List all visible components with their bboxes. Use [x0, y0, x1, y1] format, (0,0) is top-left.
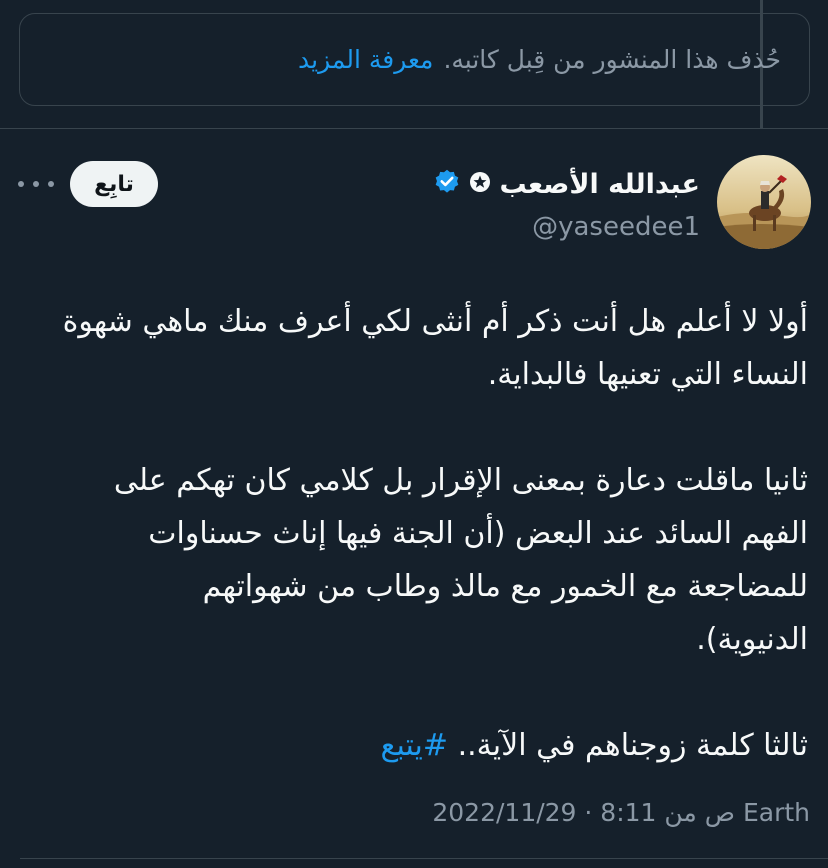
- learn-more-link[interactable]: معرفة المزيد: [298, 45, 433, 74]
- tweet-line: ثانيا ماقلت دعارة بمعنى الإقرار بل كلامي…: [113, 463, 808, 498]
- avatar[interactable]: [717, 155, 811, 249]
- tweet-line: الدنيوية).: [696, 622, 808, 657]
- more-horizontal-icon[interactable]: [18, 170, 54, 198]
- tweet-text: أولا لا أعلم هل أنت ذكر أم أنثى لكي أعرف…: [40, 295, 808, 772]
- tweet-line: ثالثا كلمة زوجناهم في الآية.. #يتبع: [40, 719, 808, 772]
- tweet-line-text: ثالثا كلمة زوجناهم في الآية..: [448, 728, 808, 763]
- deleted-notice-text: حُذف هذا المنشور من قِبل كاتبه.: [443, 45, 781, 74]
- avatar-image: [717, 155, 811, 249]
- tweet-timestamp[interactable]: 2022/11/29 · 8:11 ص من Earth: [432, 798, 810, 827]
- dot: [33, 181, 39, 187]
- follow-button[interactable]: تابِع: [70, 161, 158, 207]
- author-display-name[interactable]: عبدالله الأصعب: [499, 169, 700, 200]
- tweet-line: أولا لا أعلم هل أنت ذكر أم أنثى لكي أعرف…: [62, 304, 808, 339]
- tweet-line: الفهم السائد عند البعض (أن الجنة فيها إن…: [148, 516, 808, 551]
- hashtag-link[interactable]: #يتبع: [380, 728, 448, 763]
- author-name-row[interactable]: عبدالله الأصعب: [433, 168, 700, 200]
- verified-badge-icon[interactable]: [433, 168, 461, 200]
- tweet-line: للمضاجعة مع الخمور مع مالذ وطاب من شهوات…: [202, 569, 808, 604]
- dot: [48, 181, 54, 187]
- dot: [18, 181, 24, 187]
- tweet-line: النساء التي تعنيها فالبداية.: [487, 357, 808, 392]
- divider: [20, 858, 828, 859]
- deleted-post-notice: حُذف هذا المنشور من قِبل كاتبه. معرفة ال…: [19, 13, 810, 106]
- divider: [0, 128, 828, 129]
- author-handle[interactable]: @yaseedee1: [532, 212, 700, 242]
- star-circle-icon: [469, 171, 491, 197]
